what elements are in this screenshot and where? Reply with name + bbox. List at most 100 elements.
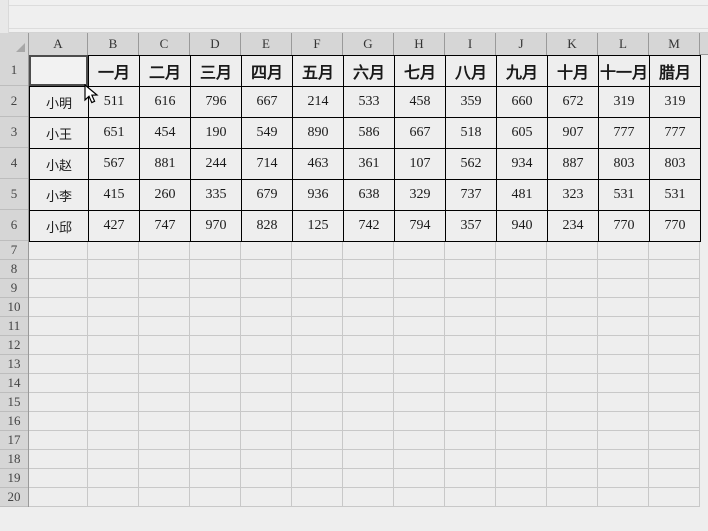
table-column-header[interactable]: 四月 xyxy=(241,55,293,87)
cell-C14[interactable] xyxy=(139,374,190,393)
column-header-b[interactable]: B xyxy=(88,33,139,55)
cell-A14[interactable] xyxy=(29,374,88,393)
row-header-12[interactable]: 12 xyxy=(0,336,28,355)
cell-C7[interactable] xyxy=(139,241,190,260)
row-header-16[interactable]: 16 xyxy=(0,412,28,431)
cell-A20[interactable] xyxy=(29,488,88,507)
row-header-18[interactable]: 18 xyxy=(0,450,28,469)
data-cell[interactable]: 770 xyxy=(649,210,701,242)
cell-D19[interactable] xyxy=(190,469,241,488)
column-header-m[interactable]: M xyxy=(649,33,700,55)
data-cell[interactable]: 562 xyxy=(445,148,497,180)
table-column-header[interactable]: 九月 xyxy=(496,55,548,87)
cell-H14[interactable] xyxy=(394,374,445,393)
cell-H8[interactable] xyxy=(394,260,445,279)
cell-G10[interactable] xyxy=(343,298,394,317)
row-label-cell[interactable]: 小明 xyxy=(29,86,89,118)
cell-G12[interactable] xyxy=(343,336,394,355)
cell-F19[interactable] xyxy=(292,469,343,488)
cell-M17[interactable] xyxy=(649,431,700,450)
cell-F11[interactable] xyxy=(292,317,343,336)
cell-C15[interactable] xyxy=(139,393,190,412)
data-cell[interactable]: 329 xyxy=(394,179,446,211)
cell-C17[interactable] xyxy=(139,431,190,450)
data-cell[interactable]: 794 xyxy=(394,210,446,242)
data-cell[interactable]: 679 xyxy=(241,179,293,211)
cell-I9[interactable] xyxy=(445,279,496,298)
data-cell[interactable]: 616 xyxy=(139,86,191,118)
cell-D10[interactable] xyxy=(190,298,241,317)
cell-L18[interactable] xyxy=(598,450,649,469)
table-column-header[interactable]: 十月 xyxy=(547,55,599,87)
row-label-cell[interactable]: 小李 xyxy=(29,179,89,211)
cell-C19[interactable] xyxy=(139,469,190,488)
data-cell[interactable]: 361 xyxy=(343,148,395,180)
data-cell[interactable]: 887 xyxy=(547,148,599,180)
data-cell[interactable]: 107 xyxy=(394,148,446,180)
cell-J8[interactable] xyxy=(496,260,547,279)
cell-I15[interactable] xyxy=(445,393,496,412)
data-cell[interactable]: 667 xyxy=(241,86,293,118)
column-header-j[interactable]: J xyxy=(496,33,547,55)
cell-M15[interactable] xyxy=(649,393,700,412)
row-label-cell[interactable]: 小王 xyxy=(29,117,89,149)
cell-M8[interactable] xyxy=(649,260,700,279)
data-cell[interactable]: 567 xyxy=(88,148,140,180)
cell-I14[interactable] xyxy=(445,374,496,393)
cell-K13[interactable] xyxy=(547,355,598,374)
cell-K17[interactable] xyxy=(547,431,598,450)
cell-F17[interactable] xyxy=(292,431,343,450)
cell-J11[interactable] xyxy=(496,317,547,336)
data-cell[interactable]: 803 xyxy=(649,148,701,180)
data-cell[interactable]: 672 xyxy=(547,86,599,118)
data-cell[interactable]: 660 xyxy=(496,86,548,118)
cell-J16[interactable] xyxy=(496,412,547,431)
table-column-header[interactable]: 六月 xyxy=(343,55,395,87)
table-column-header[interactable]: 十一月 xyxy=(598,55,650,87)
cell-G19[interactable] xyxy=(343,469,394,488)
data-cell[interactable]: 481 xyxy=(496,179,548,211)
data-cell[interactable]: 511 xyxy=(88,86,140,118)
row-header-14[interactable]: 14 xyxy=(0,374,28,393)
cell-A15[interactable] xyxy=(29,393,88,412)
cell-C18[interactable] xyxy=(139,450,190,469)
row-header-19[interactable]: 19 xyxy=(0,469,28,488)
cell-A18[interactable] xyxy=(29,450,88,469)
cell-L8[interactable] xyxy=(598,260,649,279)
cell-H20[interactable] xyxy=(394,488,445,507)
data-cell[interactable]: 667 xyxy=(394,117,446,149)
cell-J7[interactable] xyxy=(496,241,547,260)
cell-H17[interactable] xyxy=(394,431,445,450)
data-cell[interactable]: 890 xyxy=(292,117,344,149)
data-cell[interactable]: 970 xyxy=(190,210,242,242)
data-cell[interactable]: 651 xyxy=(88,117,140,149)
cell-L17[interactable] xyxy=(598,431,649,450)
column-header-i[interactable]: I xyxy=(445,33,496,55)
cell-B10[interactable] xyxy=(88,298,139,317)
data-cell[interactable]: 940 xyxy=(496,210,548,242)
cell-M18[interactable] xyxy=(649,450,700,469)
cell-H9[interactable] xyxy=(394,279,445,298)
cell-G13[interactable] xyxy=(343,355,394,374)
cell-I18[interactable] xyxy=(445,450,496,469)
select-all-button[interactable] xyxy=(0,33,29,55)
row-header-10[interactable]: 10 xyxy=(0,298,28,317)
data-cell[interactable]: 777 xyxy=(649,117,701,149)
cell-J18[interactable] xyxy=(496,450,547,469)
data-cell[interactable]: 605 xyxy=(496,117,548,149)
data-cell[interactable]: 359 xyxy=(445,86,497,118)
cell-C12[interactable] xyxy=(139,336,190,355)
cell-E12[interactable] xyxy=(241,336,292,355)
cell-J15[interactable] xyxy=(496,393,547,412)
table-column-header[interactable]: 七月 xyxy=(394,55,446,87)
cell-E19[interactable] xyxy=(241,469,292,488)
data-cell[interactable]: 638 xyxy=(343,179,395,211)
cell-I7[interactable] xyxy=(445,241,496,260)
data-cell[interactable]: 586 xyxy=(343,117,395,149)
cell-G18[interactable] xyxy=(343,450,394,469)
row-header-11[interactable]: 11 xyxy=(0,317,28,336)
cell-A7[interactable] xyxy=(29,241,88,260)
cell-F7[interactable] xyxy=(292,241,343,260)
data-cell[interactable]: 427 xyxy=(88,210,140,242)
row-header-2[interactable]: 2 xyxy=(0,86,28,117)
